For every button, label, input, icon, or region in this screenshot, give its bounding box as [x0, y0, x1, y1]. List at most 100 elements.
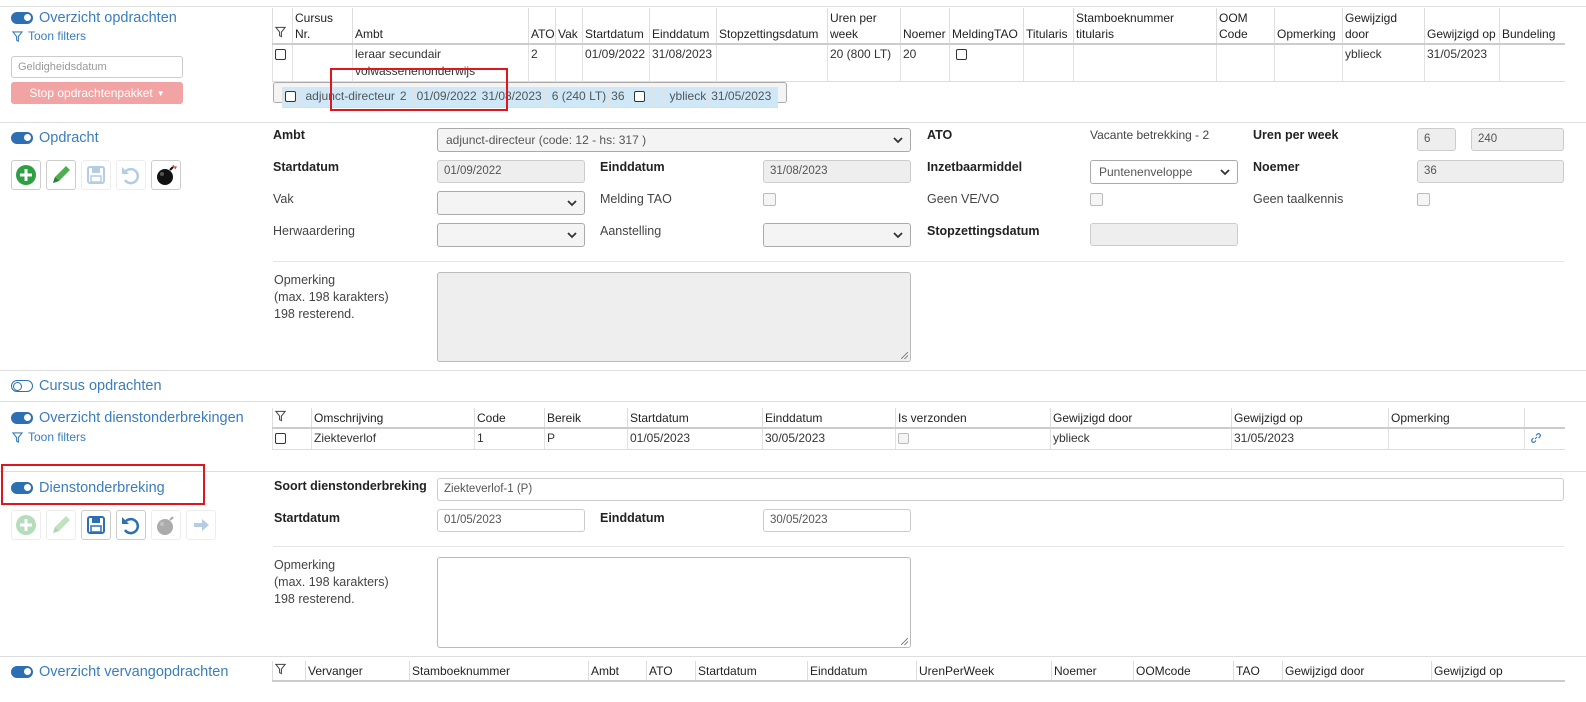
einddatum-input[interactable]: 30/05/2023 [763, 509, 911, 532]
filter-column-header[interactable] [272, 8, 293, 45]
section-toggle-cursus-opdrachten[interactable]: Cursus opdrachten [11, 378, 162, 394]
section-toggle-overzicht-vervangopdrachten[interactable]: Overzicht vervangopdrachten [11, 664, 228, 680]
column-header[interactable]: Code [474, 408, 545, 429]
column-header[interactable]: Omschrijving [311, 408, 475, 429]
row-checkbox[interactable] [275, 433, 286, 444]
table-row[interactable]: Ziekteverlof 1 P 01/05/2023 30/05/2023 y… [272, 428, 1565, 450]
row-checkbox[interactable] [284, 91, 296, 102]
column-header[interactable]: OOMcode [1133, 661, 1234, 682]
toggle-on-icon[interactable] [11, 132, 33, 144]
column-header[interactable]: Opmerking [1388, 408, 1525, 429]
stop-opdrachtenpakket-button[interactable]: Stop opdrachtenpakket ▼ [11, 82, 183, 104]
column-header[interactable]: UrenPerWeek [916, 661, 1052, 682]
edit-button[interactable] [46, 510, 76, 540]
column-header[interactable]: Startdatum [627, 408, 763, 429]
column-header[interactable]: Einddatum [762, 408, 896, 429]
highlight-box [1, 464, 205, 505]
einddatum-input[interactable]: 31/08/2023 [763, 160, 911, 183]
column-header[interactable]: Bundeling [1499, 8, 1565, 45]
column-header[interactable]: OOM Code [1216, 8, 1275, 45]
soort-dienstonderbreking-label: Soort dienstonderbreking [274, 479, 427, 493]
geen-taalkennis-checkbox[interactable] [1417, 193, 1430, 206]
opmerking-textarea[interactable] [437, 557, 911, 648]
add-button[interactable] [11, 510, 41, 540]
delete-bomb-button[interactable] [151, 160, 181, 190]
uren-lt-input[interactable]: 240 [1471, 128, 1564, 151]
melding-tao-checkbox[interactable] [763, 193, 776, 206]
edit-button[interactable] [46, 160, 76, 190]
column-header[interactable]: Stopzettingsdatum [716, 8, 828, 45]
startdatum-input[interactable]: 01/05/2023 [437, 509, 585, 532]
forward-arrow-button[interactable] [186, 510, 216, 540]
column-header[interactable]: Ambt [352, 8, 529, 45]
section-title: Opdracht [39, 130, 99, 146]
delete-bomb-button[interactable] [151, 510, 181, 540]
dienstonderbrekingen-table: Omschrijving Code Bereik Startdatum Eind… [272, 408, 1565, 450]
column-header[interactable]: ATO [528, 8, 556, 45]
opmerking-textarea[interactable] [437, 272, 911, 362]
undo-button[interactable] [116, 160, 146, 190]
toon-filters-link[interactable]: Toon filters [12, 430, 86, 444]
uren-input[interactable]: 6 [1417, 128, 1456, 151]
column-header[interactable]: Vervanger [305, 661, 410, 682]
column-header[interactable]: Cursus Nr. [292, 8, 353, 45]
add-button[interactable] [11, 160, 41, 190]
undo-button[interactable] [116, 510, 146, 540]
column-header[interactable]: TAO [1233, 661, 1283, 682]
column-header[interactable]: Uren per week [827, 8, 901, 45]
toon-filters-link[interactable]: Toon filters [12, 29, 86, 43]
filter-column-header[interactable] [272, 661, 306, 682]
column-header[interactable]: ATO [646, 661, 696, 682]
startdatum-input[interactable]: 01/09/2022 [437, 160, 585, 183]
save-button[interactable] [81, 160, 111, 190]
filter-icon [274, 410, 287, 422]
column-header[interactable]: Ambt [588, 661, 647, 682]
vak-label: Vak [273, 192, 294, 206]
column-header[interactable]: Einddatum [807, 661, 917, 682]
column-header[interactable]: Gewijzigd op [1431, 661, 1565, 682]
column-header[interactable]: MeldingTAO [949, 8, 1024, 45]
aanstelling-select[interactable] [763, 223, 911, 247]
column-header[interactable]: Gewijzigd op [1231, 408, 1389, 429]
column-header[interactable]: Opmerking [1274, 8, 1343, 45]
column-header[interactable]: Titularis [1023, 8, 1074, 45]
column-header[interactable]: Bereik [544, 408, 628, 429]
melding-tao-checkbox[interactable] [956, 49, 967, 60]
toggle-on-icon[interactable] [11, 12, 33, 24]
toggle-on-icon[interactable] [11, 666, 33, 678]
column-header[interactable]: Is verzonden [895, 408, 1051, 429]
column-header[interactable]: Startdatum [582, 8, 650, 45]
column-header[interactable]: Noemer [1051, 661, 1134, 682]
column-header[interactable]: Startdatum [695, 661, 808, 682]
noemer-input[interactable]: 36 [1417, 160, 1564, 183]
chevron-down-icon [1220, 169, 1230, 176]
column-header[interactable]: Gewijzigd door [1050, 408, 1232, 429]
column-header[interactable]: Stamboeknummer titularis [1073, 8, 1217, 45]
link-cell[interactable] [1524, 428, 1565, 450]
stopzettingsdatum-input[interactable] [1090, 223, 1238, 246]
geen-vevo-checkbox[interactable] [1090, 193, 1103, 206]
toggle-on-icon[interactable] [11, 412, 33, 424]
column-header[interactable]: Stamboeknummer [409, 661, 589, 682]
ambt-select[interactable]: adjunct-directeur (code: 12 - hs: 317 ) [437, 128, 911, 152]
save-button[interactable] [81, 510, 111, 540]
column-header[interactable]: Gewijzigd op [1424, 8, 1500, 45]
column-header[interactable]: Vak [555, 8, 583, 45]
soort-dienstonderbreking-input[interactable]: Ziekteverlof-1 (P) [437, 478, 1564, 501]
herwaardering-select[interactable] [437, 223, 585, 247]
section-toggle-overzicht-dienstonderbrekingen[interactable]: Overzicht dienstonderbrekingen [11, 410, 244, 426]
geldigheidsdatum-input[interactable]: Geldigheidsdatum [11, 56, 183, 78]
column-header[interactable]: Gewijzigd door [1342, 8, 1425, 45]
filter-column-header[interactable] [272, 408, 312, 429]
section-toggle-overzicht-opdrachten[interactable]: Overzicht opdrachten [11, 10, 177, 26]
toggle-off-icon[interactable] [11, 380, 33, 392]
herwaardering-label: Herwaardering [273, 224, 355, 238]
row-checkbox[interactable] [275, 49, 286, 60]
vak-select[interactable] [437, 191, 585, 215]
column-header[interactable]: Einddatum [649, 8, 717, 45]
column-header[interactable]: Gewijzigd door [1282, 661, 1432, 682]
inzetbaarmiddel-select[interactable]: Puntenenveloppe [1090, 160, 1238, 184]
column-header[interactable]: Noemer [900, 8, 950, 45]
section-toggle-opdracht[interactable]: Opdracht [11, 130, 99, 146]
melding-tao-checkbox[interactable] [633, 91, 645, 102]
